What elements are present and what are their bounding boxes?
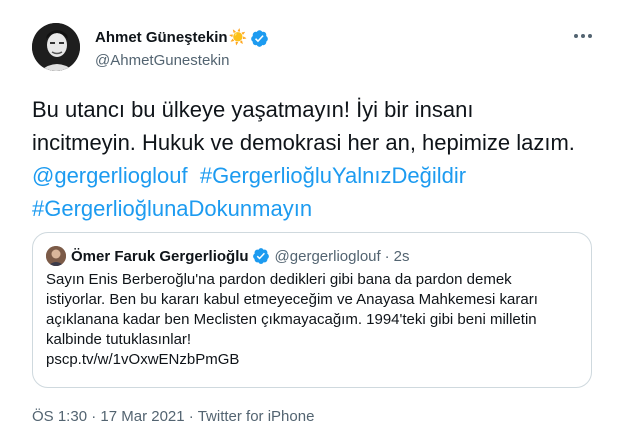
mention-link[interactable]: @gergerlioglouf (32, 163, 188, 188)
tweet: Ahmet Güneştekin ☀️ @AhmetGunestekin Bu … (0, 0, 617, 437)
tweet-text-line: incitmeyin. Hukuk ve demokrasi her an, h… (32, 130, 575, 155)
tweet-date[interactable]: 17 Mar 2021 (100, 408, 184, 425)
tweet-text: Bu utancı bu ülkeye yaşatmayın! İyi bir … (32, 93, 607, 225)
author-name-row: Ahmet Güneştekin ☀️ (95, 28, 269, 48)
quoted-handle[interactable]: @gergerlioglouf (275, 248, 381, 265)
more-options-icon[interactable] (571, 26, 595, 46)
quoted-text-line: Sayın Enis Berberoğlu'na pardon dedikler… (46, 271, 512, 288)
name-sun-emoji: ☀️ (228, 29, 248, 46)
author-display-name[interactable]: Ahmet Güneştekin (95, 28, 228, 48)
quoted-text-line: açıklanana kadar ben Meclisten çıkmayaca… (46, 311, 537, 328)
separator-dot: · (384, 247, 390, 265)
hashtag-link[interactable]: #GergerlioğlunaDokunmayın (32, 196, 312, 221)
quoted-display-name[interactable]: Ömer Faruk Gergerlioğlu (71, 248, 249, 265)
quoted-url: pscp.tv/w/1vOxwENzbPmGB (46, 351, 240, 368)
separator-dot: · (188, 408, 194, 425)
quoted-tweet-card[interactable]: Ömer Faruk Gergerlioğlu @gergerlioglouf … (32, 232, 592, 388)
quoted-text-line: kalbinde tutuklasınlar! (46, 331, 192, 348)
separator-dot: · (91, 408, 97, 425)
quoted-header: Ömer Faruk Gergerlioğlu @gergerlioglouf … (46, 246, 410, 266)
tweet-source[interactable]: Twitter for iPhone (198, 408, 315, 425)
tweet-text-line: Bu utancı bu ülkeye yaşatmayın! İyi bir … (32, 97, 474, 122)
author-handle[interactable]: @AhmetGunestekin (95, 51, 229, 71)
tweet-links-line: @gergerlioglouf #GergerlioğluYalnızDeğil… (32, 159, 607, 192)
author-avatar[interactable] (32, 23, 80, 71)
tweet-links-line: #GergerlioğlunaDokunmayın (32, 192, 607, 225)
verified-badge-icon (252, 247, 270, 265)
verified-badge-icon (250, 29, 269, 48)
quoted-text-line: istiyorlar. Ben bu kararı kabul etmeyece… (46, 291, 538, 308)
tweet-time[interactable]: ÖS 1:30 (32, 408, 87, 425)
quoted-author-avatar[interactable] (46, 246, 66, 266)
quoted-timestamp[interactable]: 2s (394, 248, 410, 265)
hashtag-link[interactable]: #GergerlioğluYalnızDeğildir (200, 163, 466, 188)
tweet-meta: ÖS 1:30 · 17 Mar 2021 · Twitter for iPho… (32, 407, 314, 427)
quoted-text: Sayın Enis Berberoğlu'na pardon dedikler… (46, 270, 586, 370)
